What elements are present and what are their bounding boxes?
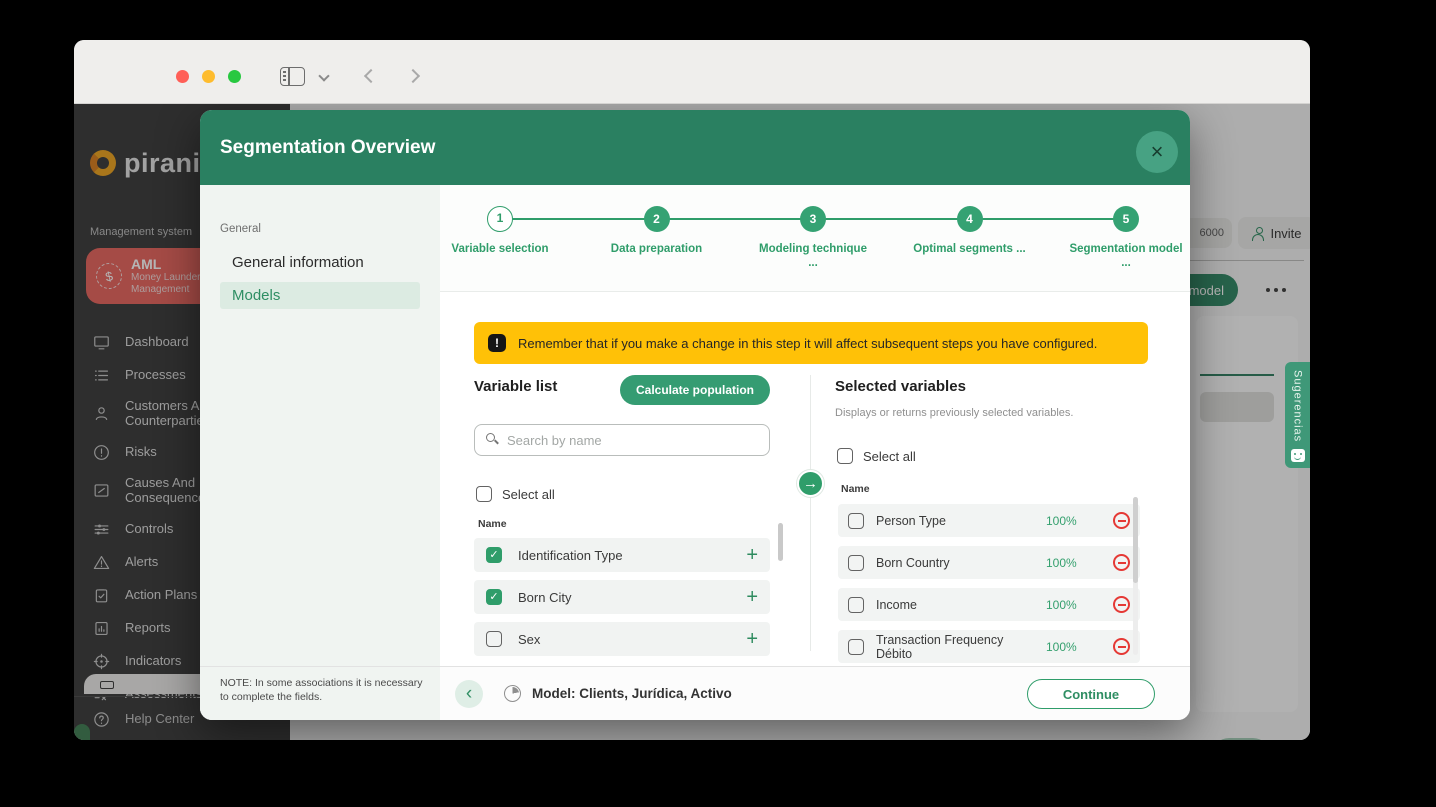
- warning-banner: ! Remember that if you make a change in …: [474, 322, 1148, 364]
- selected-variable-row-income: Income 100%: [838, 588, 1140, 621]
- suggestions-tab[interactable]: Sugerencias: [1285, 362, 1310, 468]
- note-line-2: to complete the fields.: [220, 690, 440, 704]
- variable-percent: 100%: [1046, 640, 1101, 654]
- search-icon: [486, 433, 495, 442]
- model-summary-label: Model: Clients, Jurídica, Activo: [532, 667, 732, 720]
- model-pie-icon: [504, 685, 521, 702]
- selected-variable-row-person-type: Person Type 100%: [838, 504, 1140, 537]
- variable-name: Sex: [518, 632, 730, 647]
- transfer-arrow-icon[interactable]: →: [797, 470, 824, 497]
- selected-variables-subtitle: Displays or returns previously selected …: [835, 407, 1073, 419]
- checkbox-checked[interactable]: ✓: [486, 547, 502, 563]
- minimize-window-button[interactable]: [202, 70, 215, 83]
- checkbox-unchecked[interactable]: [848, 639, 864, 655]
- step-3-circle[interactable]: 3: [800, 206, 826, 232]
- select-all-label: Select all: [502, 487, 555, 502]
- selected-variables-title: Selected variables: [835, 378, 966, 395]
- warning-icon: !: [488, 334, 506, 352]
- variable-list-name-header: Name: [478, 518, 507, 530]
- modal-nav-items: General information Models: [200, 249, 440, 315]
- feedback-smiley-icon: [1291, 449, 1305, 462]
- modal-content: 1 Variable selection 2 Data preparation 3 Mod…: [440, 185, 1190, 666]
- step-5-label: Segmentation model ...: [1066, 242, 1186, 271]
- remove-variable-icon[interactable]: [1113, 554, 1130, 571]
- footer-note: NOTE: In some associations it is necessa…: [200, 667, 440, 720]
- variable-percent: 100%: [1046, 598, 1101, 612]
- select-all-label: Select all: [863, 449, 916, 464]
- sidebar-toggle-icon[interactable]: [280, 67, 305, 86]
- selected-variable-row-born-country: Born Country 100%: [838, 546, 1140, 579]
- screen: pirani Management system $ AML Money Lau…: [0, 0, 1436, 807]
- add-variable-icon[interactable]: +: [746, 629, 758, 649]
- select-all-checkbox[interactable]: [476, 486, 492, 502]
- variable-row-identification-type: ✓ Identification Type +: [474, 538, 770, 572]
- macos-window: pirani Management system $ AML Money Lau…: [74, 40, 1310, 740]
- segmentation-overview-modal: Segmentation Overview × General General …: [200, 110, 1190, 720]
- zoom-window-button[interactable]: [228, 70, 241, 83]
- step-5-circle[interactable]: 5: [1113, 206, 1139, 232]
- stepper: 1 Variable selection 2 Data preparation 3 Mod…: [440, 185, 1190, 292]
- select-all-selected-variables[interactable]: Select all: [837, 448, 916, 464]
- warning-text: Remember that if you make a change in th…: [518, 336, 1097, 351]
- modal-footer: NOTE: In some associations it is necessa…: [200, 666, 1190, 720]
- window-titlebar: [74, 40, 1310, 104]
- variable-name: Income: [876, 598, 1034, 612]
- note-line-1: NOTE: In some associations it is necessa…: [220, 676, 440, 690]
- variable-name: Born Country: [876, 556, 1034, 570]
- remove-variable-icon[interactable]: [1113, 638, 1130, 655]
- add-variable-icon[interactable]: +: [746, 545, 758, 565]
- nav-section-label: General: [220, 223, 261, 235]
- close-icon[interactable]: ×: [1136, 131, 1178, 173]
- step-2-circle[interactable]: 2: [644, 206, 670, 232]
- modal-nav-panel: General General information Models: [200, 185, 440, 666]
- forward-icon[interactable]: [406, 69, 420, 83]
- variable-name: Person Type: [876, 514, 1034, 528]
- step-4-label: Optimal segments ...: [910, 242, 1030, 256]
- checkbox-unchecked[interactable]: [486, 631, 502, 647]
- step-1-circle[interactable]: 1: [487, 206, 513, 232]
- step-3-label: Modeling technique ...: [753, 242, 873, 271]
- column-divider: [810, 375, 811, 651]
- variable-percent: 100%: [1046, 514, 1101, 528]
- variable-percent: 100%: [1046, 556, 1101, 570]
- variable-name: Identification Type: [518, 548, 730, 563]
- step-1-label: Variable selection: [440, 242, 560, 256]
- checkbox-unchecked[interactable]: [848, 555, 864, 571]
- close-window-button[interactable]: [176, 70, 189, 83]
- step-2-label: Data preparation: [597, 242, 717, 256]
- search-input[interactable]: [507, 426, 762, 454]
- suggestions-label: Sugerencias: [1292, 370, 1304, 442]
- remove-variable-icon[interactable]: [1113, 512, 1130, 529]
- continue-button[interactable]: Continue: [1027, 679, 1155, 709]
- selected-variables-scrollbar[interactable]: [1133, 497, 1138, 583]
- variable-name: Born City: [518, 590, 730, 605]
- modal-title: Segmentation Overview: [220, 110, 435, 185]
- variable-row-born-city: ✓ Born City +: [474, 580, 770, 614]
- add-variable-icon[interactable]: +: [746, 587, 758, 607]
- back-step-button[interactable]: ‹: [455, 680, 483, 708]
- selected-variables-name-header: Name: [841, 483, 870, 495]
- variable-name: Transaction Frequency Débito: [876, 633, 1034, 661]
- search-box: [474, 424, 770, 456]
- variable-list-scrollbar[interactable]: [778, 523, 783, 561]
- modal-nav-general-information[interactable]: General information: [220, 249, 420, 276]
- select-all-variables[interactable]: Select all: [476, 486, 555, 502]
- modal-nav-models[interactable]: Models: [220, 282, 420, 309]
- chevron-down-icon[interactable]: [318, 70, 329, 81]
- checkbox-unchecked[interactable]: [848, 513, 864, 529]
- select-all-checkbox[interactable]: [837, 448, 853, 464]
- step-4-circle[interactable]: 4: [957, 206, 983, 232]
- variable-row-sex: Sex +: [474, 622, 770, 656]
- checkbox-checked[interactable]: ✓: [486, 589, 502, 605]
- variable-list-title: Variable list: [474, 378, 557, 395]
- back-icon[interactable]: [364, 69, 378, 83]
- modal-header: Segmentation Overview ×: [200, 110, 1190, 185]
- checkbox-unchecked[interactable]: [848, 597, 864, 613]
- calculate-population-button[interactable]: Calculate population: [620, 375, 770, 405]
- selected-variable-row-transaction-frequency-d-bito: Transaction Frequency Débito 100%: [838, 630, 1140, 663]
- remove-variable-icon[interactable]: [1113, 596, 1130, 613]
